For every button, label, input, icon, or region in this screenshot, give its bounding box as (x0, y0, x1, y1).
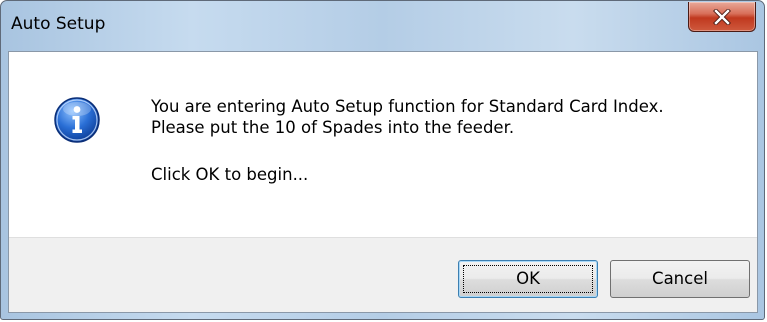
message-line-2: Please put the 10 of Spades into the fee… (151, 118, 515, 137)
close-button[interactable] (688, 2, 756, 32)
dialog-title: Auto Setup (11, 14, 106, 34)
title-bar[interactable]: Auto Setup (1, 1, 764, 51)
button-bar: OK Cancel (9, 237, 757, 312)
cancel-button-label: Cancel (652, 269, 708, 288)
message-line-1: You are entering Auto Setup function for… (151, 97, 664, 116)
cancel-button[interactable]: Cancel (610, 260, 750, 298)
close-icon (713, 9, 731, 25)
message-line-3: Click OK to begin... (151, 165, 309, 184)
information-icon (54, 97, 100, 143)
focus-rectangle (463, 265, 593, 293)
dialog-content: You are entering Auto Setup function for… (8, 51, 758, 313)
dialog-message: You are entering Auto Setup function for… (151, 96, 664, 185)
auto-setup-dialog: Auto Setup You are entering Auto Setup f… (0, 0, 765, 320)
ok-button[interactable]: OK (458, 260, 598, 298)
